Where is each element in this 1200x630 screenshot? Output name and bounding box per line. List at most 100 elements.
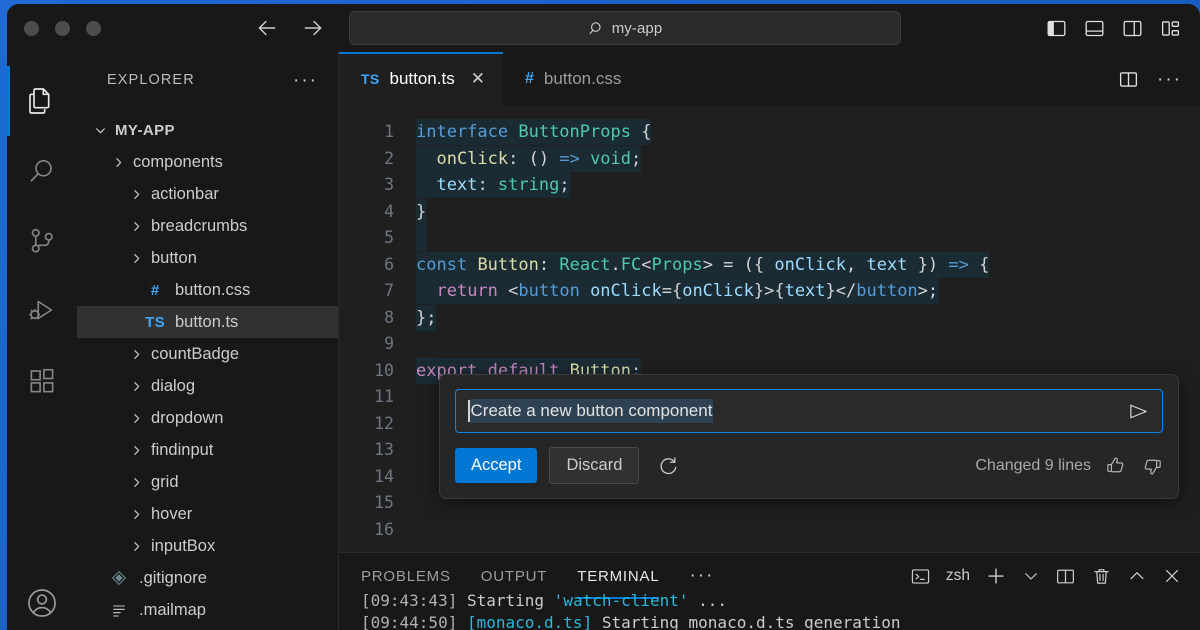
code-token: , — [846, 254, 867, 275]
send-icon[interactable] — [1127, 400, 1150, 423]
plus-icon[interactable] — [985, 565, 1007, 587]
code-token: }</ — [825, 281, 857, 301]
split-editor-icon[interactable] — [1118, 69, 1139, 90]
explorer-more-actions[interactable]: ··· — [293, 71, 318, 90]
code-line: 1 interface ButtonProps { — [339, 119, 1200, 146]
command-center[interactable]: my-app — [349, 11, 901, 45]
code-line: 6 const Button: React.FC<Props> = ({ onCl… — [339, 251, 1200, 279]
chevron-right-icon[interactable] — [127, 444, 145, 457]
code-token: < — [641, 254, 652, 275]
layout-sidebar-right-icon[interactable] — [1121, 17, 1143, 39]
code-token: FC — [620, 254, 642, 275]
tree-item-actionbar[interactable]: actionbar — [77, 178, 338, 210]
layout-panel-icon[interactable] — [1083, 17, 1105, 39]
code-token: onClick — [682, 281, 754, 301]
refresh-icon[interactable] — [657, 455, 679, 477]
close-window-button[interactable] — [24, 20, 39, 36]
split-terminal-icon[interactable] — [1055, 566, 1076, 587]
code-token: { — [968, 254, 990, 275]
code-token: button — [518, 281, 580, 301]
thumbs-up-icon[interactable] — [1105, 455, 1127, 477]
terminal-output[interactable]: [09:43:43] Starting 'watch-client' ... [0… — [339, 590, 1200, 630]
sidebar-item-accounts[interactable] — [7, 586, 77, 620]
inline-chat-actions: Accept Discard Changed 9 lines — [455, 447, 1163, 484]
line-number: 3 — [384, 175, 394, 194]
terminal-shell-label[interactable]: zsh — [946, 567, 970, 585]
tree-item-label: button — [151, 248, 197, 267]
trash-icon[interactable] — [1091, 566, 1112, 587]
minimize-window-button[interactable] — [55, 20, 70, 36]
close-icon[interactable] — [1162, 566, 1182, 586]
tree-item-countbadge[interactable]: countBadge — [77, 338, 338, 370]
chevron-right-icon[interactable] — [127, 188, 145, 201]
chevron-right-icon[interactable] — [109, 156, 127, 169]
chevron-right-icon[interactable] — [127, 476, 145, 489]
forward-arrow-icon[interactable] — [300, 15, 326, 41]
tree-item-mailmap[interactable]: .mailmap — [77, 594, 338, 626]
tree-item-label: inputBox — [151, 536, 216, 555]
tree-item-dropdown[interactable]: dropdown — [77, 402, 338, 434]
editor-more-actions[interactable]: ··· — [1157, 70, 1182, 89]
typescript-file-icon: TS — [361, 71, 380, 87]
accept-button[interactable]: Accept — [455, 448, 538, 483]
tree-item-grid[interactable]: grid — [77, 466, 338, 498]
chevron-right-icon[interactable] — [127, 412, 145, 425]
code-token: ={ — [661, 281, 683, 301]
layout-sidebar-left-icon[interactable] — [1045, 17, 1067, 39]
line-number: 12 — [374, 413, 394, 433]
chevron-right-icon[interactable] — [127, 540, 145, 553]
line-number: 14 — [374, 466, 394, 486]
terminal-line: [09:44:50] [monaco.d.ts] Starting monaco… — [361, 612, 1200, 630]
sidebar-item-run-and-debug[interactable] — [7, 276, 77, 346]
inline-chat-input-value: Create a new button component — [469, 399, 714, 423]
tree-item-hover[interactable]: hover — [77, 498, 338, 530]
maximize-window-button[interactable] — [86, 20, 101, 36]
layout-customize-icon[interactable] — [1159, 17, 1181, 39]
tree-item-button[interactable]: button — [77, 242, 338, 274]
workbench-body: EXPLORER ··· MY-APP components actionbar br… — [7, 52, 1200, 630]
thumbs-down-icon[interactable] — [1141, 455, 1163, 477]
close-icon[interactable]: ✕ — [471, 69, 485, 89]
tree-item-components[interactable]: components — [77, 146, 338, 178]
inline-chat-input[interactable]: Create a new button component — [455, 389, 1163, 433]
tree-item-my-app[interactable]: MY-APP — [77, 114, 338, 146]
layout-controls — [1045, 4, 1181, 52]
tree-item-gitignore[interactable]: .gitignore — [77, 562, 338, 594]
line-number: 16 — [374, 519, 394, 539]
account-icon — [25, 586, 59, 620]
chevron-up-icon[interactable] — [1127, 566, 1147, 586]
code-token: }>{ — [753, 281, 785, 301]
tab-button-css[interactable]: # button.css — [502, 52, 640, 106]
back-arrow-icon[interactable] — [254, 15, 280, 41]
chevron-down-icon[interactable] — [91, 124, 109, 137]
chevron-right-icon[interactable] — [127, 220, 145, 233]
css-file-icon: # — [524, 70, 534, 87]
chevron-right-icon[interactable] — [127, 252, 145, 265]
tree-item-label: grid — [151, 472, 179, 491]
chevron-right-icon[interactable] — [127, 348, 145, 361]
tab-button-ts[interactable]: TS button.ts ✕ — [339, 52, 503, 106]
code-editor[interactable]: 1 interface ButtonProps {2 onClick: () =>… — [339, 106, 1200, 552]
sidebar-item-extensions[interactable] — [7, 346, 77, 416]
tree-item-breadcrumbs[interactable]: breadcrumbs — [77, 210, 338, 242]
sidebar-item-source-control[interactable] — [7, 206, 77, 276]
sidebar-item-explorer[interactable] — [7, 66, 77, 136]
discard-button[interactable]: Discard — [549, 447, 640, 484]
code-line-text: text: string; — [416, 172, 570, 199]
chevron-right-icon[interactable] — [127, 508, 145, 521]
chevron-down-icon[interactable] — [1022, 567, 1040, 585]
tree-item-findinput[interactable]: findinput — [77, 434, 338, 466]
chevron-right-icon[interactable] — [127, 380, 145, 393]
tree-item-button-css[interactable]: # button.css — [77, 274, 338, 306]
tree-item-inputbox[interactable]: inputBox — [77, 530, 338, 562]
terminal-icon[interactable] — [910, 566, 931, 587]
screenshot-root: my-app EXPLORER ··· MY-APP components ac… — [0, 0, 1200, 630]
sidebar-item-search[interactable] — [7, 136, 77, 206]
tree-item-dialog[interactable]: dialog — [77, 370, 338, 402]
tree-item-button-ts[interactable]: TS button.ts — [77, 306, 338, 338]
